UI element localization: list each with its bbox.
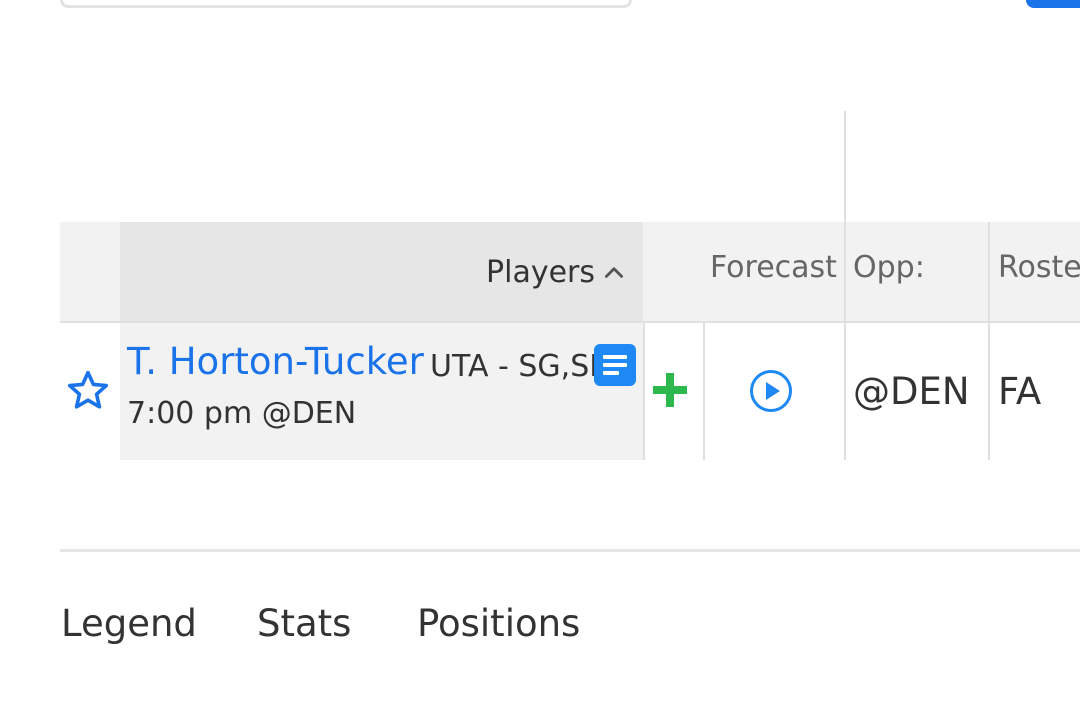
header-opp[interactable]: Opp: [853, 250, 925, 285]
section-divider [60, 549, 1080, 552]
header-forecast[interactable]: Forecast [710, 250, 837, 285]
chevron-up-icon [605, 267, 623, 278]
page: Players Forecast Opp: Roste T. Horton-Tu… [0, 0, 1080, 718]
column-divider [643, 323, 645, 460]
player-name-link[interactable]: T. Horton-Tucker [127, 340, 424, 383]
notes-lines-icon [603, 355, 627, 375]
tab-positions[interactable]: Positions [417, 602, 580, 645]
header-players-label: Players [486, 254, 595, 290]
tab-stats[interactable]: Stats [257, 602, 351, 645]
opponent-value: @DEN [853, 370, 970, 413]
header-roster[interactable]: Roste [998, 250, 1080, 285]
search-input[interactable] [60, 0, 632, 8]
header-star-cell [60, 222, 120, 322]
search-button[interactable] [1026, 0, 1080, 8]
play-circle-icon[interactable] [748, 368, 794, 414]
add-player-plus-icon[interactable] [650, 370, 690, 410]
star-outline-icon[interactable] [64, 367, 112, 415]
column-divider [844, 222, 846, 322]
header-players-sort[interactable]: Players [120, 222, 643, 322]
player-game-time: 7:00 pm @DEN [127, 396, 357, 431]
player-team-position: UTA - SG,SF [430, 349, 607, 384]
column-divider [703, 323, 705, 460]
column-divider [988, 222, 990, 322]
tab-legend[interactable]: Legend [61, 602, 197, 645]
notes-icon[interactable] [594, 344, 636, 386]
roster-status-value: FA [998, 370, 1042, 413]
